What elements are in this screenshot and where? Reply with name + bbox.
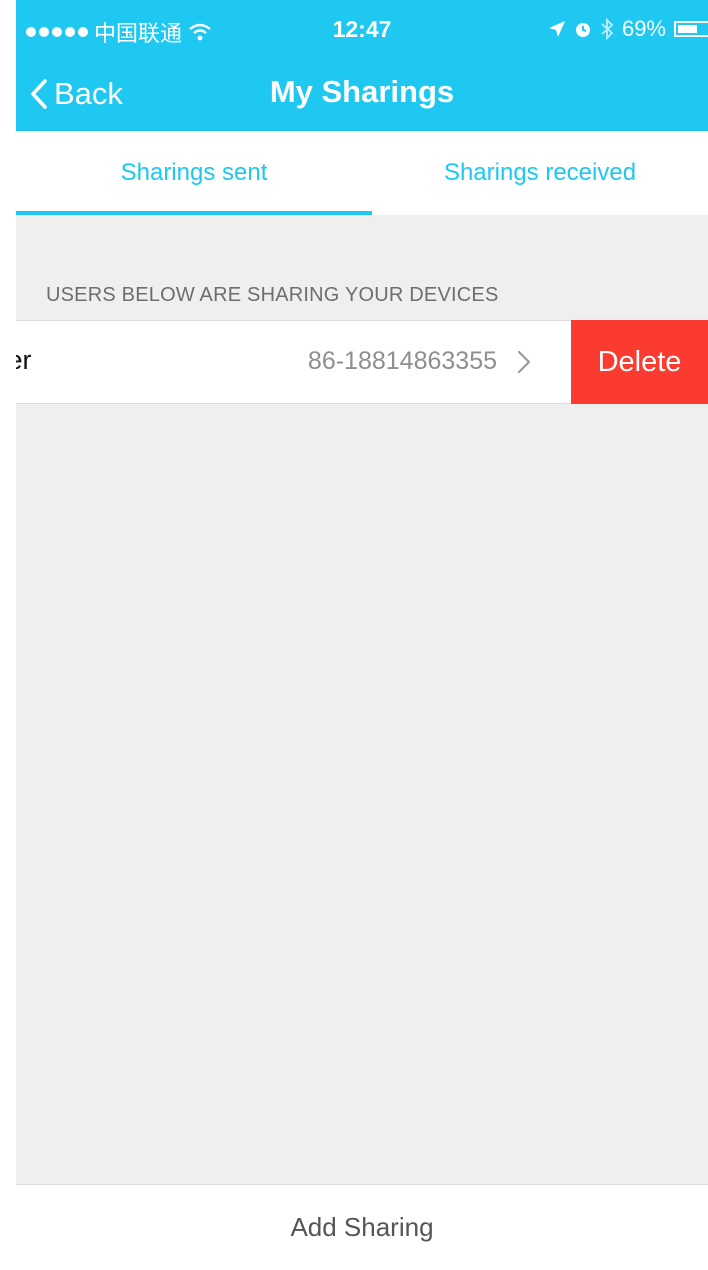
user-name: ser (16, 345, 32, 375)
alarm-icon (575, 23, 590, 37)
tab-sharings-sent[interactable]: Sharings sent (16, 131, 372, 215)
back-label: Back (54, 76, 123, 111)
bluetooth-icon (601, 18, 614, 40)
status-right: 69% (548, 16, 708, 42)
nav-bar: Back My Sharings (16, 60, 708, 131)
location-icon (548, 21, 565, 37)
delete-button[interactable]: Delete (571, 320, 708, 404)
chevron-left-icon (31, 79, 47, 109)
chevron-right-icon (517, 350, 531, 374)
section-header: USERS BELOW ARE SHARING YOUR DEVICES (46, 284, 499, 306)
share-row-content[interactable]: ser 86-18814863355 (16, 321, 571, 403)
tab-bar: Sharings sent Sharings received (16, 131, 708, 215)
tab-sharings-received[interactable]: Sharings received (372, 131, 708, 215)
tab-indicator (16, 211, 372, 215)
back-button[interactable]: Back (30, 72, 123, 116)
add-sharing-button[interactable]: Add Sharing (16, 1184, 708, 1270)
app-screen: 中国联通 12:47 69% Back My Sharings Sharings… (16, 0, 708, 1270)
list-item: ser 86-18814863355 Delete (16, 320, 708, 404)
battery-percent: 69% (621, 16, 666, 41)
user-phone: 86-18814863355 (307, 347, 497, 375)
status-bar: 中国联通 12:47 69% (16, 0, 708, 60)
battery-icon (674, 21, 708, 37)
header: 中国联通 12:47 69% Back My Sharings (16, 0, 708, 131)
